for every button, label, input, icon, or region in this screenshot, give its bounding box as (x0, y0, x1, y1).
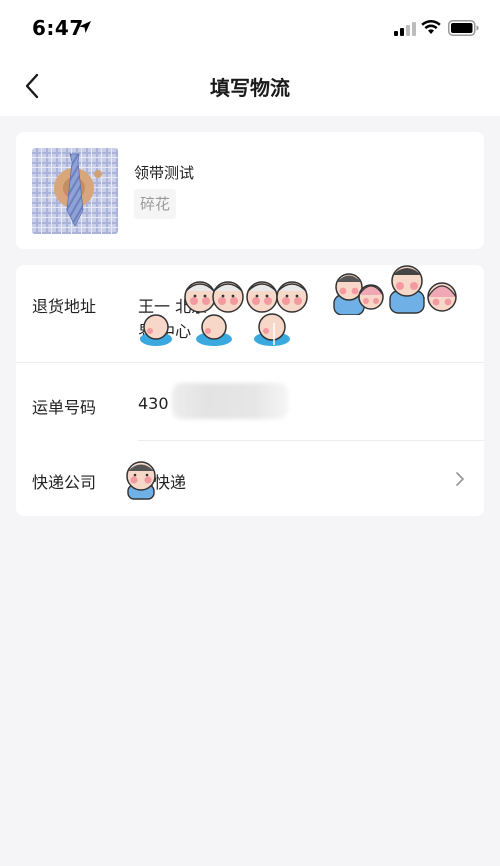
status-bar: 6:47 (0, 0, 500, 56)
battery-icon (448, 20, 479, 36)
logistics-form-card: 退货地址 王一 北京 界 中心 (16, 265, 484, 516)
privacy-blur-mask (172, 383, 288, 419)
cellular-signal-icon (394, 22, 416, 36)
location-arrow-icon (79, 21, 91, 33)
wifi-icon (421, 19, 441, 34)
divider (16, 362, 484, 363)
product-card: 领带测试 碎花 (16, 132, 484, 249)
courier-company-label: 快递公司 (32, 473, 97, 492)
nav-bar: 填写物流 (0, 56, 500, 116)
privacy-sticker-face (126, 461, 156, 500)
product-thumbnail (32, 148, 118, 234)
page-title: 填写物流 (210, 76, 290, 100)
waybill-number-label: 运单号码 (32, 398, 97, 417)
return-address-label: 退货地址 (32, 297, 97, 316)
product-spec-badge: 碎花 (134, 189, 177, 219)
chevron-right-icon (456, 472, 464, 486)
courier-company-row[interactable]: 快递公司 达快递 (16, 441, 484, 516)
privacy-sticker-family (333, 265, 457, 315)
status-time: 6:47 (32, 16, 84, 40)
product-name: 领带测试 (134, 164, 195, 182)
privacy-sticker-swim (140, 313, 290, 346)
